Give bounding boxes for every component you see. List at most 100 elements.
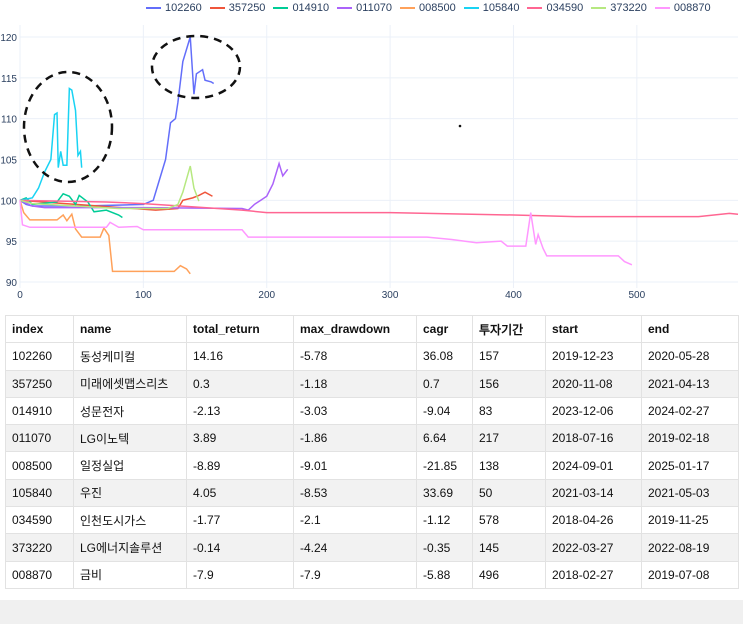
table-row: 008870 금비 -7.9 -7.9 -5.88 496 2018-02-27 2019-0… (5, 560, 739, 589)
y-tick-label: 95 (6, 237, 18, 248)
table-cell: 011070 (5, 424, 74, 453)
column-header[interactable]: index (5, 314, 74, 344)
table-cell: -1.86 (293, 424, 417, 453)
x-tick-label: 400 (505, 290, 522, 301)
series-line-008500 (19, 200, 191, 275)
legend-swatch (527, 7, 543, 9)
table-cell: 008870 (5, 560, 74, 589)
legend-item[interactable]: 357250 (209, 2, 266, 14)
column-header[interactable]: end (641, 314, 739, 344)
legend-item[interactable]: 034590 (527, 2, 583, 14)
table-cell: 금비 (73, 560, 187, 589)
y-tick-label: 90 (6, 278, 18, 289)
legend-item[interactable]: 008870 (654, 2, 711, 14)
legend-item[interactable]: 105840 (463, 2, 520, 14)
legend-label: 357250 (228, 2, 266, 14)
legend-swatch (337, 7, 353, 9)
legend-item[interactable]: 102260 (146, 2, 202, 14)
column-header[interactable]: name (73, 314, 187, 344)
x-tick-label: 0 (17, 290, 23, 301)
table-cell: 인천도시가스 (73, 506, 187, 535)
table-cell: -8.53 (293, 478, 417, 508)
table-cell: 2020-05-28 (641, 342, 739, 371)
legend-swatch (591, 7, 607, 9)
column-header[interactable]: 투자기간 (472, 314, 546, 344)
legend-label: 034590 (546, 2, 584, 14)
table-cell: -5.88 (416, 560, 473, 589)
legend-swatch (400, 7, 416, 9)
legend-label: 105840 (482, 2, 520, 14)
column-header[interactable]: start (545, 314, 642, 344)
y-tick-label: 120 (0, 33, 17, 44)
table-cell: 2021-04-13 (641, 369, 739, 398)
table-cell: 2024-09-01 (545, 451, 642, 480)
legend-swatch (463, 7, 479, 9)
table-cell: LG에너지솔루션 (73, 533, 187, 562)
legend-swatch (209, 7, 225, 9)
table-cell: 2019-07-08 (641, 560, 739, 589)
table-cell: -7.9 (186, 560, 294, 589)
series-line-008870 (19, 200, 633, 266)
table-cell: 2022-03-27 (545, 533, 642, 562)
legend-swatch (654, 7, 670, 9)
table-row: 105840 우진 4.05 -8.53 33.69 50 2021-03-14 2021-0… (5, 478, 739, 508)
table-row: 008500 일정실업 -8.89 -9.01 -21.85 138 2024-09-01 2… (5, 451, 739, 480)
chart-legend[interactable]: 102260 357250 014910 011070 008500 105840 0345… (146, 0, 741, 16)
table-cell: 138 (472, 451, 546, 480)
legend-label: 011070 (356, 2, 393, 14)
table-cell: 373220 (5, 533, 74, 562)
legend-item[interactable]: 011070 (337, 2, 392, 14)
table-cell: 217 (472, 424, 546, 453)
table-cell: 2024-02-27 (641, 396, 739, 426)
series-line-105840 (19, 87, 83, 202)
legend-label: 008870 (673, 2, 711, 14)
y-tick-label: 100 (0, 196, 17, 207)
table-cell: 3.89 (186, 424, 294, 453)
table-cell: 83 (472, 396, 546, 426)
table-cell: 0.3 (186, 369, 294, 398)
legend-item[interactable]: 373220 (591, 2, 647, 14)
annotation-circle (150, 34, 242, 100)
table-cell: 2018-07-16 (545, 424, 642, 453)
table-cell: 008500 (5, 451, 74, 480)
column-header[interactable]: total_return (186, 314, 294, 344)
table-cell: 2018-04-26 (545, 506, 642, 535)
table-cell: 157 (472, 342, 546, 371)
legend-item[interactable]: 008500 (400, 2, 456, 14)
table-cell: 357250 (5, 369, 74, 398)
table-cell: 014910 (5, 396, 74, 426)
table-cell: 6.64 (416, 424, 473, 453)
table-cell: -1.18 (293, 369, 417, 398)
table-cell: 2021-03-14 (545, 478, 642, 508)
table-row: 034590 인천도시가스 -1.77 -2.1 -1.12 578 2018-04-26 2… (5, 506, 739, 535)
footer-bar (0, 600, 743, 624)
table-cell: -9.01 (293, 451, 417, 480)
table-cell: 145 (472, 533, 546, 562)
table-cell: 034590 (5, 506, 74, 535)
series-line-102260 (19, 36, 215, 207)
table-cell: -21.85 (416, 451, 473, 480)
legend-label: 008500 (419, 2, 456, 14)
table-cell: 2019-11-25 (641, 506, 739, 535)
table-cell: LG이노텍 (73, 424, 187, 453)
table-cell: 2020-11-08 (545, 369, 642, 398)
x-tick-label: 100 (135, 290, 152, 301)
table-cell: 50 (472, 478, 546, 508)
table-row: 357250 미래에셋맵스리츠 0.3 -1.18 0.7 156 2020-11-08 20… (5, 369, 739, 398)
legend-item[interactable]: 014910 (273, 2, 329, 14)
legend-label: 102260 (165, 2, 202, 14)
table-cell: 14.16 (186, 342, 294, 371)
results-table: index name total_return max_drawdown cagr 투자기… (5, 314, 739, 589)
table-header-row: index name total_return max_drawdown cagr 투자기… (5, 314, 739, 344)
table-cell: -5.78 (293, 342, 417, 371)
table-cell: 일정실업 (73, 451, 187, 480)
table-cell: 0.7 (416, 369, 473, 398)
table-cell: 33.69 (416, 478, 473, 508)
table-cell: -0.14 (186, 533, 294, 562)
table-cell: -9.04 (416, 396, 473, 426)
table-cell: 2025-01-17 (641, 451, 739, 480)
table-cell: 미래에셋맵스리츠 (73, 369, 187, 398)
table-cell: -4.24 (293, 533, 417, 562)
column-header[interactable]: cagr (416, 314, 473, 344)
column-header[interactable]: max_drawdown (293, 314, 417, 344)
